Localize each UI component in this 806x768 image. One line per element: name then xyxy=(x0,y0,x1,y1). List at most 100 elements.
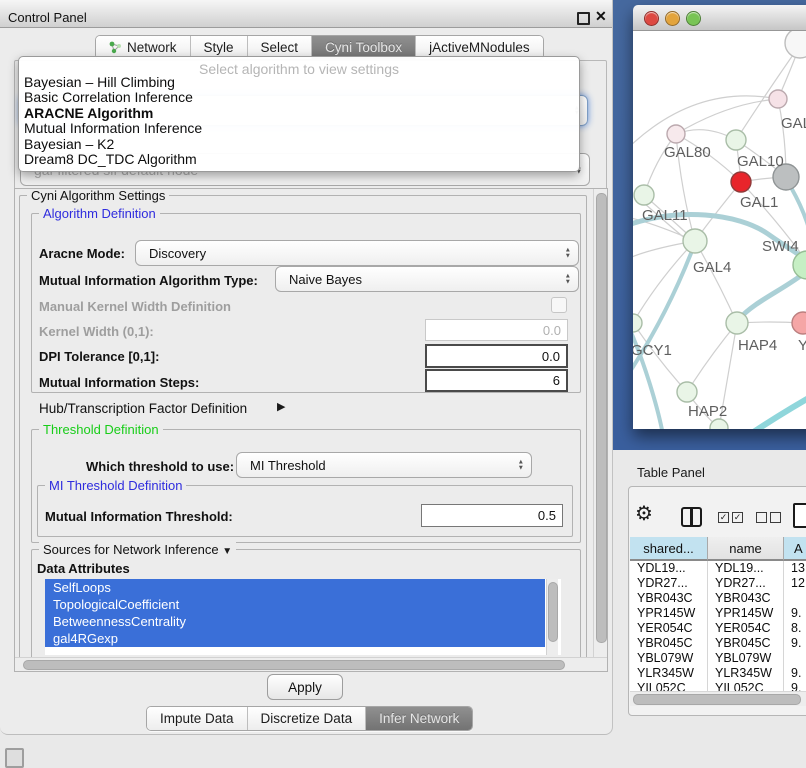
data-attribute-item[interactable]: gal4RGexp xyxy=(45,630,545,647)
table-cell: YLR345W xyxy=(708,666,791,681)
vertical-scrollbar[interactable] xyxy=(593,189,608,657)
data-attribute-item[interactable]: BetweennessCentrality xyxy=(45,613,545,630)
algorithm-option[interactable]: Basic Correlation Inference xyxy=(24,89,193,105)
float-window-icon[interactable] xyxy=(577,12,590,25)
node-gcy1[interactable] xyxy=(633,314,642,332)
hub-definition-toggle[interactable]: Hub/Transcription Factor Definition xyxy=(39,401,247,416)
table-row[interactable]: YIL052CYIL052C9. xyxy=(630,681,806,691)
table-horizontal-scrollbar-thumb[interactable] xyxy=(633,694,801,705)
tab-label: Cyni Toolbox xyxy=(325,40,402,55)
mi-steps-field[interactable]: 6 xyxy=(425,369,568,392)
table-cell: YBR045C xyxy=(708,636,791,651)
node-top[interactable] xyxy=(785,31,806,58)
node-gal4[interactable] xyxy=(683,229,707,253)
column-header-a[interactable]: A xyxy=(784,537,806,561)
data-attribute-item[interactable]: SelfLoops xyxy=(45,579,545,596)
mi-type-combobox[interactable]: Naive Bayes ▲▼ xyxy=(275,266,579,292)
column-header-shared-name[interactable]: shared... xyxy=(630,537,708,561)
dpi-tolerance-field[interactable]: 0.0 xyxy=(425,344,568,368)
node-label: GAL10 xyxy=(737,153,784,170)
node-salmon[interactable] xyxy=(792,312,806,334)
node-bottom[interactable] xyxy=(710,419,728,429)
table-rows[interactable]: YDL19...YDL19...13YDR27...YDR27...12YBR0… xyxy=(630,561,806,691)
tab-label: Infer Network xyxy=(379,711,459,726)
dpi-tolerance-label: DPI Tolerance [0,1]: xyxy=(39,349,159,364)
network-edge[interactable] xyxy=(633,319,663,429)
column-header-name[interactable]: name xyxy=(708,537,784,561)
node-gal80[interactable] xyxy=(667,125,685,143)
node-pink-upper[interactable] xyxy=(769,90,787,108)
aracne-mode-combobox[interactable]: Discovery ▲▼ xyxy=(135,240,579,266)
table-cell: YBR045C xyxy=(630,636,715,651)
table-row[interactable]: YDL19...YDL19...13 xyxy=(630,561,806,576)
network-edge[interactable] xyxy=(695,241,737,323)
table-row[interactable]: YBR043CYBR043C xyxy=(630,591,806,606)
table-cell: YPR145W xyxy=(630,606,715,621)
network-graph[interactable]: GALGAL80GAL10GAL1GAL11GAL4SWI4GCY1HAP4YH… xyxy=(633,31,806,429)
tab-infer-network[interactable]: Infer Network xyxy=(366,707,472,730)
minimized-panel-icon[interactable] xyxy=(5,748,24,768)
network-edge[interactable] xyxy=(749,391,806,429)
deselect-all-icon[interactable] xyxy=(756,512,781,523)
list-scrollbar-thumb[interactable] xyxy=(548,582,558,642)
node-label: GAL4 xyxy=(693,259,731,276)
table-row[interactable]: YBL079WYBL079W xyxy=(630,651,806,666)
tab-label: Network xyxy=(127,40,177,55)
select-all-icon[interactable]: ✓✓ xyxy=(718,512,743,523)
node-label: GAL80 xyxy=(664,144,711,161)
node-label: GAL1 xyxy=(740,194,778,211)
chevron-right-icon[interactable]: ▶ xyxy=(277,400,285,413)
tab-discretize-data[interactable]: Discretize Data xyxy=(248,707,367,730)
manual-kernel-checkbox[interactable] xyxy=(551,297,567,313)
document-icon[interactable] xyxy=(793,503,806,528)
vertical-scrollbar-thumb[interactable] xyxy=(596,193,607,643)
node-swi4[interactable] xyxy=(793,251,806,279)
sources-title: Sources for Network Inference xyxy=(43,542,219,557)
which-threshold-combobox[interactable]: MI Threshold ▲▼ xyxy=(236,452,532,478)
data-attributes-listbox[interactable]: SelfLoopsTopologicalCoefficientBetweenne… xyxy=(45,579,561,655)
network-edge[interactable] xyxy=(739,271,806,319)
node-gal11[interactable] xyxy=(634,185,654,205)
table-row[interactable]: YER054CYER054C8. xyxy=(630,621,806,636)
table-cell xyxy=(784,651,806,666)
network-edge[interactable] xyxy=(676,99,778,134)
table-cell: YER054C xyxy=(708,621,791,636)
algorithm-option[interactable]: Mutual Information Inference xyxy=(24,120,202,136)
table-row[interactable]: YBR045CYBR045C9. xyxy=(630,636,806,651)
zoom-traffic-light-icon[interactable] xyxy=(686,11,701,26)
table-row[interactable]: YLR345WYLR345W9. xyxy=(630,666,806,681)
minimize-traffic-light-icon[interactable] xyxy=(665,11,680,26)
algorithm-option[interactable]: Dream8 DC_TDC Algorithm xyxy=(24,151,197,167)
tab-impute-data[interactable]: Impute Data xyxy=(147,707,248,730)
gear-icon[interactable]: ⚙ xyxy=(635,501,653,526)
horizontal-scrollbar-thumb[interactable] xyxy=(23,660,565,670)
node-hap2[interactable] xyxy=(677,382,697,402)
node-label: GCY1 xyxy=(633,342,672,359)
split-columns-icon[interactable] xyxy=(681,507,702,527)
node-gal1[interactable] xyxy=(731,172,751,192)
table-row[interactable]: YDR27...YDR27...12 xyxy=(630,576,806,591)
algorithm-option[interactable]: Bayesian – Hill Climbing xyxy=(24,74,175,90)
close-traffic-light-icon[interactable] xyxy=(644,11,659,26)
tab-label: Discretize Data xyxy=(261,711,353,726)
close-panel-icon[interactable]: ✕ xyxy=(595,8,607,25)
node-hap4[interactable] xyxy=(726,312,748,334)
apply-button[interactable]: Apply xyxy=(267,674,343,700)
data-attribute-item[interactable]: TopologicalCoefficient xyxy=(45,596,545,613)
network-canvas[interactable]: GALGAL80GAL10GAL1GAL11GAL4SWI4GCY1HAP4YH… xyxy=(633,31,806,429)
algorithm-option[interactable]: ARACNE Algorithm xyxy=(24,105,153,121)
table-row[interactable]: YPR145WYPR145W9. xyxy=(630,606,806,621)
table-cell: YBR043C xyxy=(708,591,791,606)
list-scrollbar[interactable] xyxy=(546,579,558,655)
horizontal-scrollbar[interactable] xyxy=(15,657,607,672)
kernel-width-field[interactable]: 0.0 xyxy=(425,319,568,341)
tab-label: jActiveMNodules xyxy=(429,40,530,55)
mi-threshold-field[interactable]: 0.5 xyxy=(421,504,563,527)
table-cell xyxy=(784,591,806,606)
chevron-down-icon[interactable]: ▼ xyxy=(222,546,232,557)
node-gal10[interactable] xyxy=(726,130,746,150)
network-edge[interactable] xyxy=(633,96,778,149)
table-horizontal-scrollbar[interactable] xyxy=(630,691,806,706)
algorithm-option[interactable]: Bayesian – K2 xyxy=(24,136,114,152)
network-edge[interactable] xyxy=(687,323,737,392)
